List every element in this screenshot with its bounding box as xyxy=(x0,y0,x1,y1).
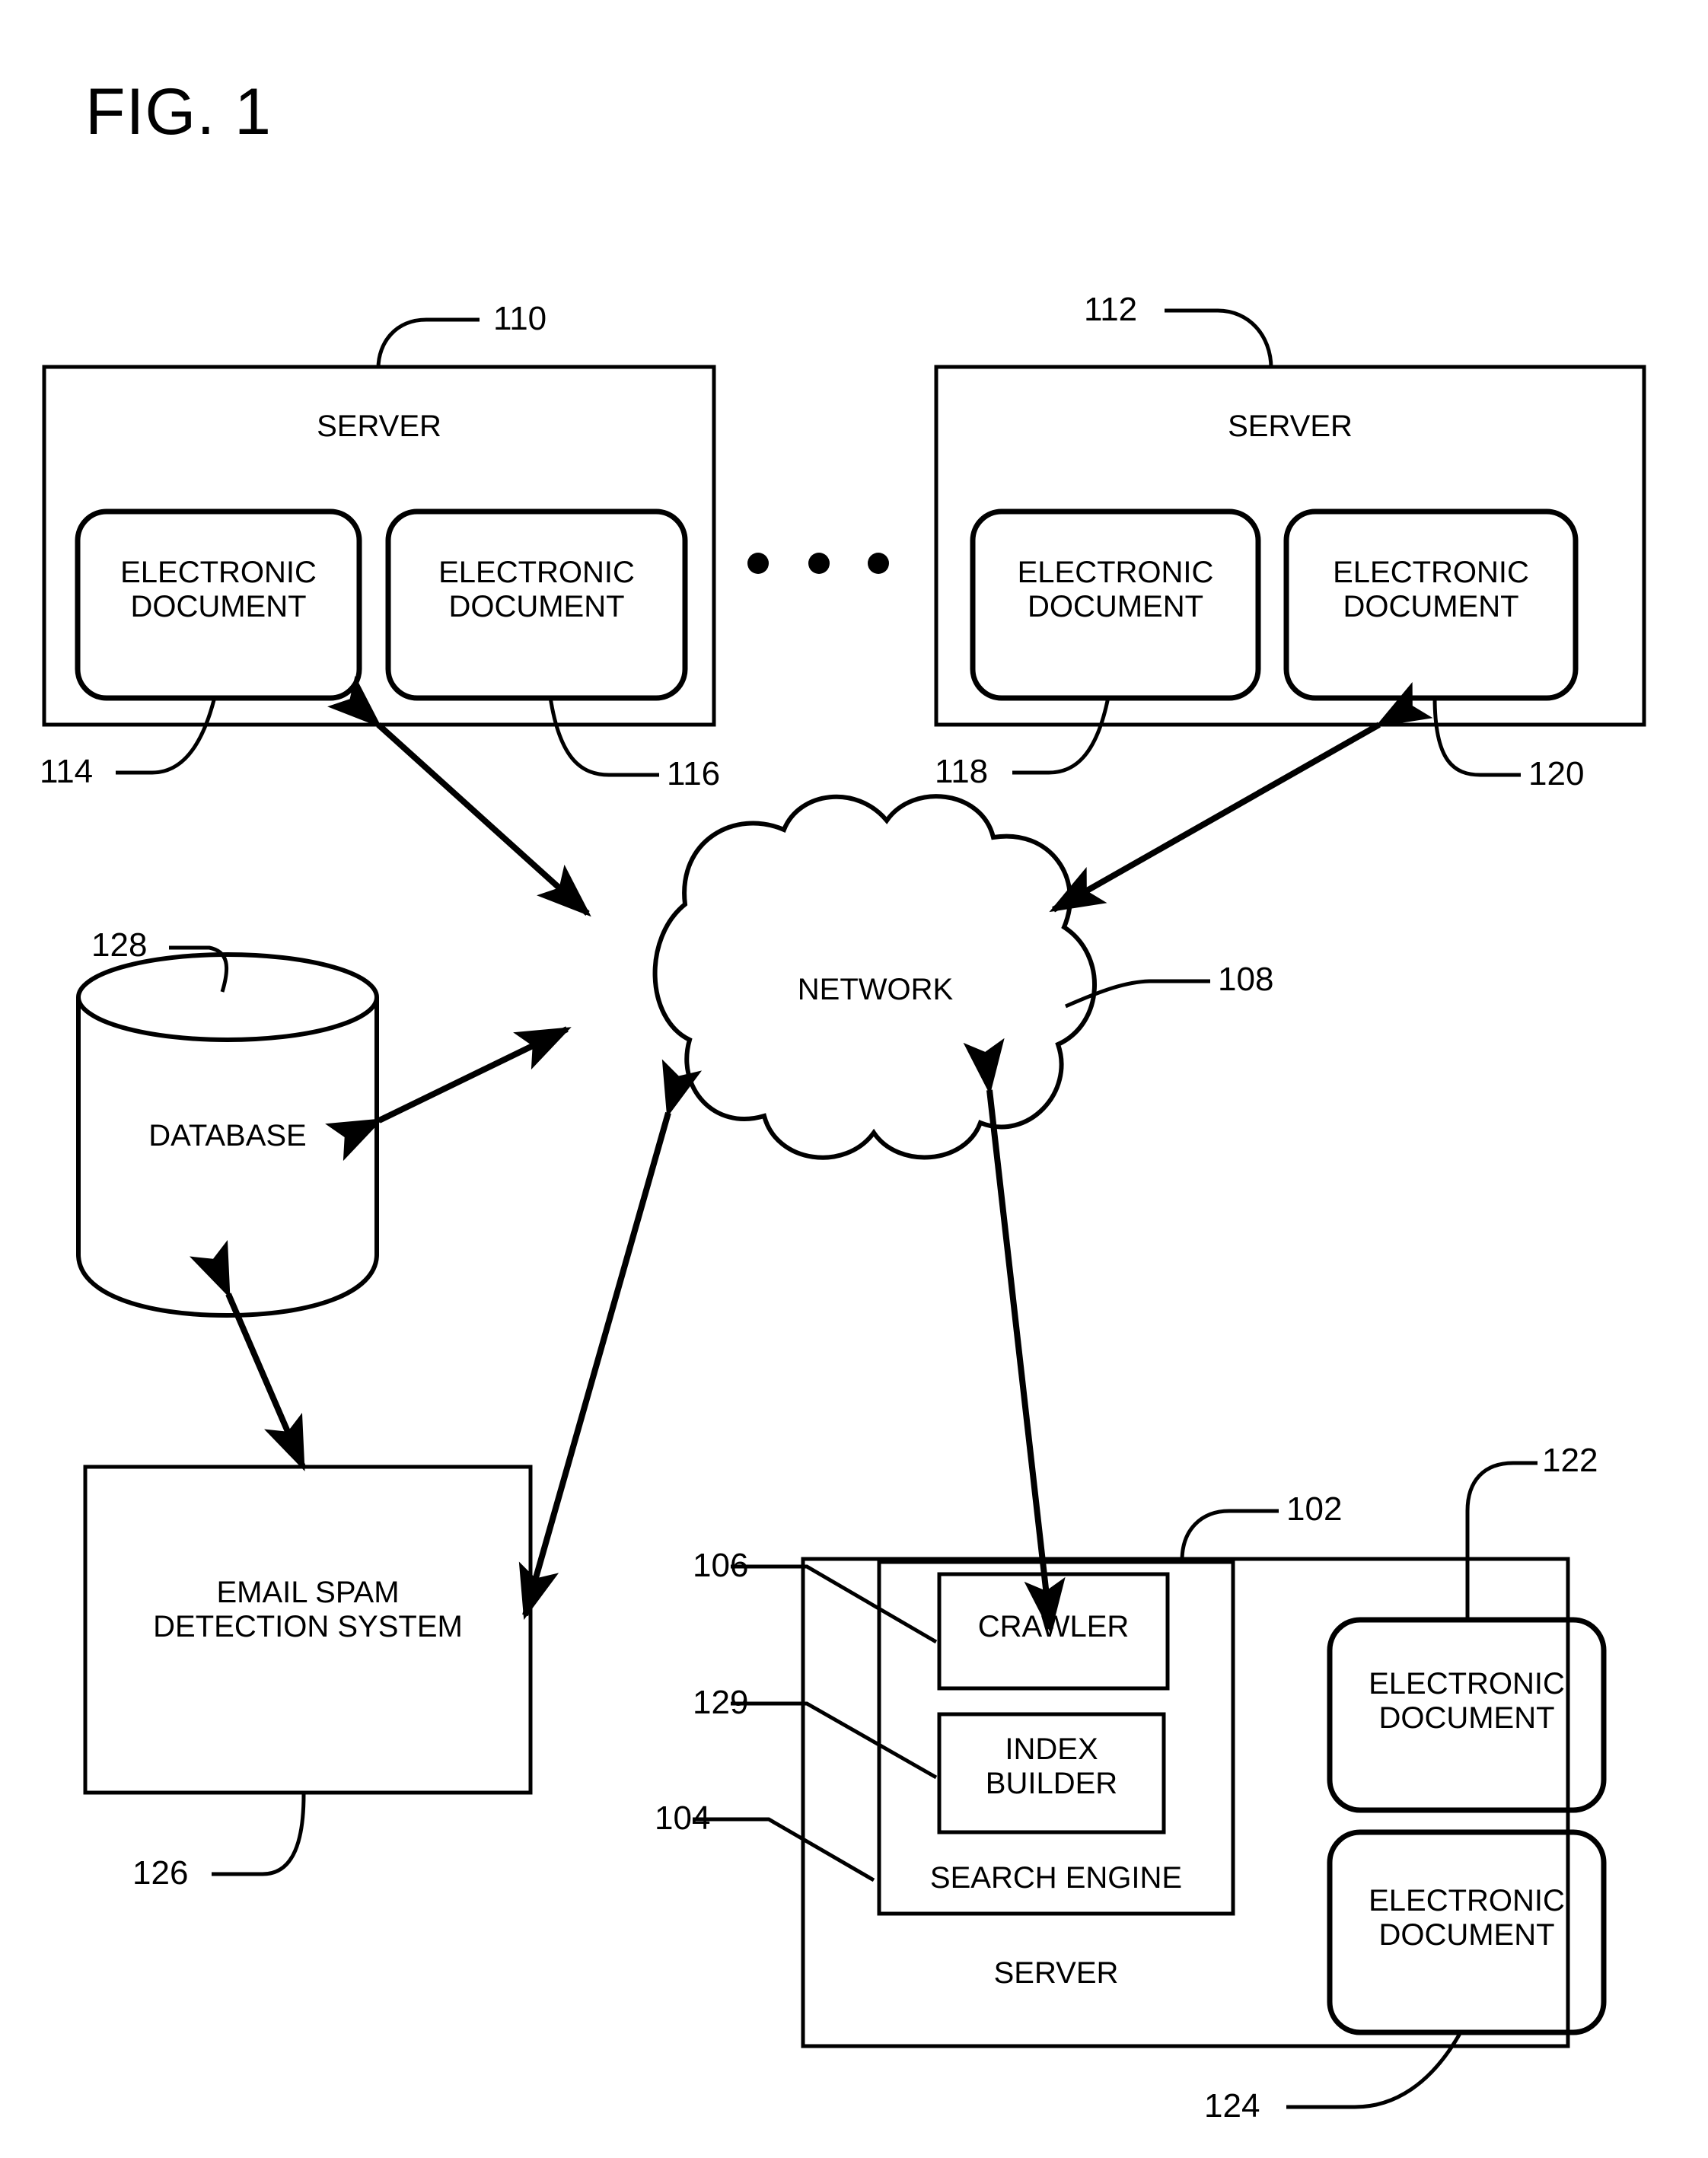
reference-numeral-124: 124 xyxy=(1204,2087,1260,2125)
leader-line-126 xyxy=(212,1793,306,1876)
reference-numeral-110: 110 xyxy=(493,300,547,337)
leader-line-108 xyxy=(1064,979,1210,1009)
ellipsis-dot-3 xyxy=(868,553,889,574)
server-102-document-124-label: ELECTRONIC DOCUMENT xyxy=(1369,1884,1565,1952)
server-102-title: SERVER xyxy=(993,1956,1119,1990)
leader-line-116 xyxy=(548,696,659,777)
server-110-document-116-label: ELECTRONIC DOCUMENT xyxy=(438,556,635,623)
leader-line-112 xyxy=(1165,308,1273,369)
leader-line-122 xyxy=(1465,1461,1538,1620)
database-label: DATABASE xyxy=(148,1119,307,1152)
ellipsis-dot-1 xyxy=(747,553,769,574)
leader-line-124 xyxy=(1286,2029,1464,2109)
leader-line-118 xyxy=(1012,696,1111,775)
leader-line-114 xyxy=(116,696,217,775)
reference-numeral-129: 129 xyxy=(693,1684,749,1721)
server-112-document-118-label: ELECTRONIC DOCUMENT xyxy=(1017,556,1214,623)
network-label: NETWORK xyxy=(797,973,954,1006)
database-cylinder-body xyxy=(76,997,379,1318)
email-spam-detection-system-label: EMAIL SPAM DETECTION SYSTEM xyxy=(153,1576,463,1643)
reference-numeral-104: 104 xyxy=(655,1799,711,1837)
reference-numeral-120: 120 xyxy=(1528,755,1585,792)
index-builder-label: INDEX BUILDER xyxy=(985,1732,1118,1800)
reference-numeral-122: 122 xyxy=(1542,1442,1598,1479)
leader-line-102 xyxy=(1180,1509,1279,1561)
arrow-email-spam-system-to-network xyxy=(518,1059,703,1621)
arrow-database-to-network xyxy=(325,1026,572,1162)
ellipsis-dot-2 xyxy=(808,553,830,574)
leader-line-110 xyxy=(376,317,480,369)
reference-numeral-102: 102 xyxy=(1286,1490,1343,1528)
server-112-title: SERVER xyxy=(1228,410,1353,443)
arrow-server110-to-network xyxy=(327,675,591,917)
arrow-database-to-email-spam-system xyxy=(190,1239,306,1471)
reference-numeral-112: 112 xyxy=(1084,291,1138,328)
reference-numeral-128: 128 xyxy=(91,926,148,964)
server-102-document-122-label: ELECTRONIC DOCUMENT xyxy=(1369,1667,1565,1735)
reference-numeral-108: 108 xyxy=(1218,961,1274,998)
server-112-document-120-label: ELECTRONIC DOCUMENT xyxy=(1333,556,1529,623)
reference-numeral-118: 118 xyxy=(935,753,989,790)
leader-line-129 xyxy=(731,1701,938,1780)
leader-line-106 xyxy=(731,1564,938,1644)
reference-numeral-116: 116 xyxy=(667,755,721,792)
server-110-document-114-label: ELECTRONIC DOCUMENT xyxy=(120,556,317,623)
reference-numeral-114: 114 xyxy=(40,753,94,790)
crawler-label: CRAWLER xyxy=(977,1610,1130,1643)
reference-numeral-126: 126 xyxy=(132,1854,189,1892)
arrow-network-to-crawler xyxy=(963,1038,1066,1634)
patent-figure-canvas: FIG. 1 SERVER ELECTRONIC DOCUMENT ELECTR… xyxy=(0,0,1708,2158)
leader-line-104 xyxy=(693,1817,875,1882)
diagram-vector-layer xyxy=(42,308,1646,2109)
reference-numeral-106: 106 xyxy=(693,1547,749,1584)
server-110-title: SERVER xyxy=(317,410,441,443)
leader-line-120 xyxy=(1432,696,1521,777)
arrow-server112-to-network xyxy=(1049,681,1433,913)
search-engine-label: SEARCH ENGINE xyxy=(929,1861,1183,1895)
